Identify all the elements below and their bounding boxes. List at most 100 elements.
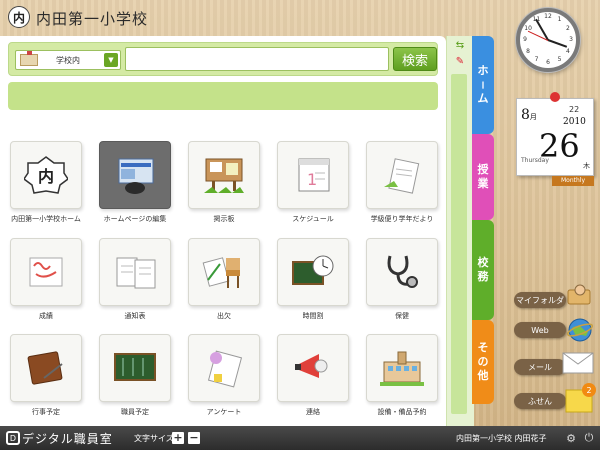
clock-number: 3 xyxy=(569,36,573,43)
search-input[interactable] xyxy=(125,47,389,71)
monthly-button[interactable]: Monthly xyxy=(552,176,594,186)
tab-home[interactable]: ホ | ム xyxy=(472,36,494,134)
calendar-small-day: 22 xyxy=(569,105,580,114)
chevron-down-icon[interactable]: ▼ xyxy=(104,53,118,67)
tile-school-crest[interactable]: 内 xyxy=(10,141,82,209)
tile-stethoscope[interactable] xyxy=(366,238,438,306)
school-building-icon xyxy=(20,51,38,66)
tile-bulletin-board[interactable] xyxy=(188,141,260,209)
clock-number: 12 xyxy=(544,13,552,20)
font-size-minus-button[interactable]: − xyxy=(188,432,200,444)
clock-number: 2 xyxy=(565,24,570,32)
search-scope-select[interactable]: 学校内 ▼ xyxy=(15,50,121,70)
tile-label: 行事予定 xyxy=(32,408,60,416)
tile-calendar[interactable]: 1 xyxy=(277,141,349,209)
side-strip: ⇆ ✎ xyxy=(446,36,474,426)
footer: D デジタル職員室 文字サイズ + − 内田第一小学校 内田花子 ⚙ ⏻ xyxy=(0,426,600,450)
tile-grades[interactable] xyxy=(10,238,82,306)
svg-text:内: 内 xyxy=(38,167,54,186)
tile-label: ホームページの編集 xyxy=(103,215,167,223)
tile-label: 通知表 xyxy=(124,312,146,320)
staff-board-icon xyxy=(113,348,157,388)
brand-name: デジタル職員室 xyxy=(22,432,113,446)
tile-attendance[interactable] xyxy=(188,238,260,306)
clock-number: 6 xyxy=(546,59,550,66)
tab-other[interactable]: その他 xyxy=(472,320,494,404)
event-book-icon xyxy=(24,348,68,388)
tile-label: 出欠 xyxy=(217,312,231,320)
font-size-plus-button[interactable]: + xyxy=(172,432,184,444)
facility-icon xyxy=(380,348,424,388)
envelope-icon xyxy=(562,352,594,374)
calendar-month: 8月 xyxy=(521,107,537,123)
calendar-year: 2010 xyxy=(563,117,586,127)
user-info: 内田第一小学校 内田花子 xyxy=(456,434,547,443)
clock-number: 11 xyxy=(532,16,541,24)
expand-icon[interactable]: ⇆ xyxy=(453,38,467,52)
main-panel: 学校内 ▼ 検索 内内田第一小学校ホーム ホームページの編集 掲示板 1 スケジュール 学… xyxy=(0,36,446,426)
font-size-label: 文字サイズ xyxy=(134,434,174,443)
power-icon[interactable]: ⏻ xyxy=(582,431,596,445)
analog-clock: 12 1 2 3 4 5 6 7 8 9 10 11 xyxy=(516,8,580,72)
settings-icon[interactable]: ⚙ xyxy=(564,431,578,445)
calendar-page: 8月 22 2010 26 Thursday 木 xyxy=(516,98,594,176)
grades-icon xyxy=(24,252,68,292)
calendar-icon: 1 xyxy=(291,155,335,195)
school-crest-icon: 内 xyxy=(22,155,70,195)
tab-label-char: 務 xyxy=(477,270,489,283)
notice-bar xyxy=(8,82,438,110)
mail-button[interactable]: メール xyxy=(514,359,566,375)
clock-number: 8 xyxy=(526,47,530,55)
clock-number: 1 xyxy=(557,16,562,24)
tile-facility[interactable] xyxy=(366,334,438,402)
bulletin-board-icon xyxy=(202,155,246,195)
brand-logo-icon: D xyxy=(6,431,20,445)
tile-label: 掲示板 xyxy=(213,215,235,223)
tile-label: 学級便り学年だより xyxy=(370,215,434,223)
report-card-icon xyxy=(113,252,157,292)
sticky-count-badge: 2 xyxy=(582,383,596,397)
tab-label-char: ホ xyxy=(477,64,489,78)
web-label: Web xyxy=(531,325,549,335)
my-folder-label: マイフォルダ xyxy=(516,295,564,305)
header: 内 内田第一小学校 xyxy=(0,0,600,36)
clock-number: 5 xyxy=(557,55,562,63)
attendance-icon xyxy=(202,252,246,292)
search-button[interactable]: 検索 xyxy=(393,47,437,71)
my-folder-icon xyxy=(566,282,594,306)
sticky-label: ふせん xyxy=(528,396,552,406)
pin-icon xyxy=(550,92,560,102)
tab-label-char: そ xyxy=(477,341,489,355)
calendar-widget[interactable]: 8月 22 2010 26 Thursday 木 Monthly xyxy=(516,92,594,186)
tile-staff-board[interactable] xyxy=(99,334,171,402)
tab-label-char: 他 xyxy=(477,368,489,382)
survey-icon xyxy=(202,348,246,388)
tile-survey[interactable] xyxy=(188,334,260,402)
tile-timetable[interactable] xyxy=(277,238,349,306)
calendar-weekday-jp: 木 xyxy=(583,162,590,170)
school-logo-icon[interactable]: 内 xyxy=(8,6,30,28)
webpage-mouse-icon xyxy=(113,155,157,195)
tile-label: 時間割 xyxy=(302,312,324,320)
pencil-icon[interactable]: ✎ xyxy=(453,54,467,68)
search-bar: 学校内 ▼ 検索 xyxy=(8,42,438,76)
tile-label: 内田第一小学校ホーム xyxy=(11,215,81,223)
tile-megaphone[interactable] xyxy=(277,334,349,402)
tile-label: アンケート xyxy=(206,408,242,416)
tab-label-char: ム xyxy=(477,91,489,105)
tile-report-card[interactable] xyxy=(99,238,171,306)
tile-handout[interactable] xyxy=(366,141,438,209)
tile-label: 職員予定 xyxy=(121,408,149,416)
tile-event-book[interactable] xyxy=(10,334,82,402)
tab-label-char: 校 xyxy=(477,256,489,270)
tab-school-affairs[interactable]: 校務 xyxy=(472,220,494,320)
tile-label: 設備・備品予約 xyxy=(377,408,427,416)
globe-icon xyxy=(566,316,594,344)
my-folder-button[interactable]: マイフォルダ xyxy=(514,292,566,308)
calendar-weekday-en: Thursday xyxy=(521,157,549,164)
tab-label-char: 業 xyxy=(477,177,489,190)
sticky-button[interactable]: ふせん xyxy=(514,393,566,409)
tile-webpage-mouse[interactable] xyxy=(99,141,171,209)
web-button[interactable]: Web xyxy=(514,322,566,338)
tab-lessons[interactable]: 授業 xyxy=(472,134,494,220)
